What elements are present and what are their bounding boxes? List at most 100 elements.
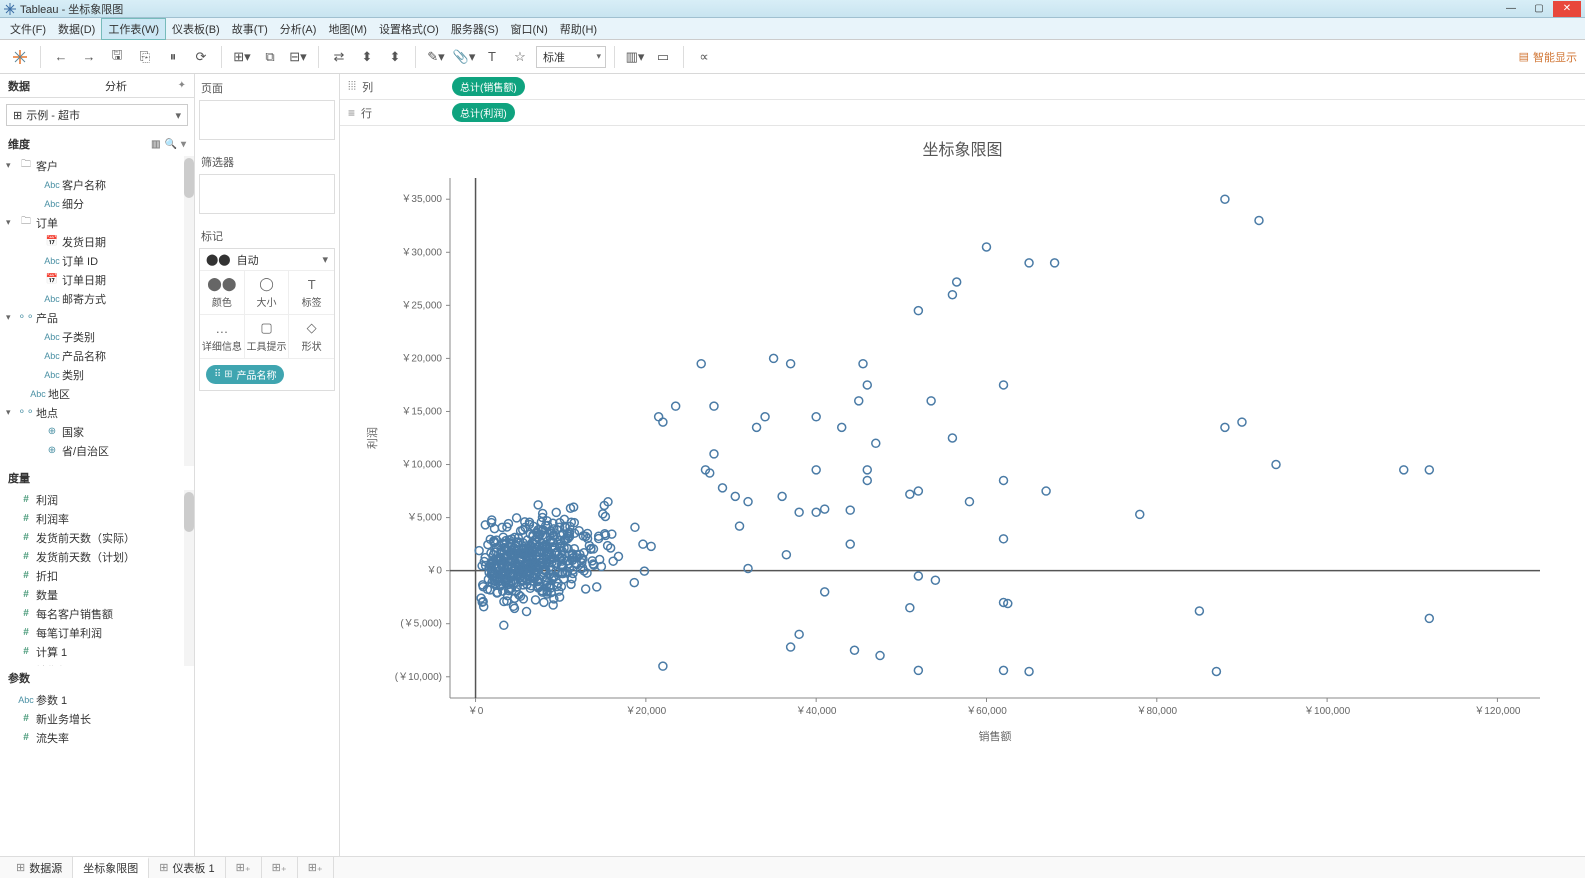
marks-cell-详细信息[interactable]: …详细信息 xyxy=(200,315,245,359)
duplicate-icon[interactable]: ⧉ xyxy=(258,45,282,69)
marks-cell-大小[interactable]: ◯大小 xyxy=(245,271,290,315)
param-field[interactable]: #新业务增长 xyxy=(0,709,194,728)
svg-text:￥20,000: ￥20,000 xyxy=(401,353,442,364)
menu-6[interactable]: 地图(M) xyxy=(322,19,373,39)
sheet-tab-0[interactable]: 坐标象限图 xyxy=(73,857,149,878)
marks-cell-工具提示[interactable]: ▢工具提示 xyxy=(245,315,290,359)
text-icon[interactable]: T xyxy=(480,45,504,69)
menu-8[interactable]: 服务器(S) xyxy=(445,19,505,39)
menubar: 文件(F)数据(D)工作表(W)仪表板(B)故事(T)分析(A)地图(M)设置格… xyxy=(0,18,1585,40)
new-data-icon[interactable]: ⎘ xyxy=(133,45,157,69)
close-button[interactable]: ✕ xyxy=(1553,1,1581,17)
measure-field[interactable]: #利润率 xyxy=(0,509,194,528)
measure-field[interactable]: #利润 xyxy=(0,490,194,509)
minimize-button[interactable]: — xyxy=(1497,1,1525,17)
showme-icon[interactable]: ▥▾ xyxy=(623,45,647,69)
new-sheet-button[interactable]: ⊞₊ xyxy=(226,857,262,878)
pages-card-title: 页面 xyxy=(199,78,335,100)
refresh-icon[interactable]: ⟳ xyxy=(189,45,213,69)
menu-7[interactable]: 设置格式(O) xyxy=(373,19,445,39)
highlight-icon[interactable]: ✎▾ xyxy=(424,45,448,69)
measure-field[interactable]: #每笔订单利润 xyxy=(0,623,194,642)
dim-field[interactable]: ▾⚬⚬地点 xyxy=(0,403,194,422)
share-icon[interactable]: ∝ xyxy=(692,45,716,69)
rows-shelf[interactable]: ≡行 总计(利润) xyxy=(340,100,1585,126)
datasource-select[interactable]: ⊞示例 - 超市 xyxy=(6,104,188,126)
menu-5[interactable]: 分析(A) xyxy=(274,19,323,39)
menu-0[interactable]: 文件(F) xyxy=(4,19,52,39)
group-icon[interactable]: 📎▾ xyxy=(452,45,476,69)
measure-field[interactable]: #折扣 xyxy=(0,566,194,585)
marks-type-select[interactable]: ⬤⬤自动 xyxy=(200,249,334,271)
save-icon[interactable]: 🖫 xyxy=(105,45,129,69)
dim-field[interactable]: Abc细分 xyxy=(0,194,194,213)
autoupdate-icon[interactable]: ⏸ xyxy=(161,45,185,69)
clear-icon[interactable]: ⊟▾ xyxy=(286,45,310,69)
marks-cell-形状[interactable]: ◇形状 xyxy=(289,315,334,359)
smart-show-button[interactable]: ▤ 智能显示 xyxy=(1519,49,1577,65)
measure-field[interactable]: #销售额 xyxy=(0,661,194,666)
dim-field[interactable]: 📅发货日期 xyxy=(0,232,194,251)
swap-icon[interactable]: ⇄ xyxy=(327,45,351,69)
sort-desc-icon[interactable]: ⬍ xyxy=(383,45,407,69)
dim-field[interactable]: ⊕省/自治区 xyxy=(0,441,194,460)
marks-cell-颜色[interactable]: ⬤⬤颜色 xyxy=(200,271,245,315)
dim-field[interactable]: ⊕国家 xyxy=(0,422,194,441)
dim-field[interactable]: Abc子类别 xyxy=(0,327,194,346)
search-icon[interactable]: 🔍 xyxy=(165,139,177,150)
dim-field[interactable]: ▾🗀客户 xyxy=(0,156,194,175)
menu-2[interactable]: 工作表(W) xyxy=(101,18,166,40)
chart-title: 坐标象限图 xyxy=(360,136,1565,160)
pin-icon[interactable]: ☆ xyxy=(508,45,532,69)
marks-cell-标签[interactable]: T标签 xyxy=(289,271,334,315)
menu-10[interactable]: 帮助(H) xyxy=(554,19,603,39)
svg-text:利润: 利润 xyxy=(365,427,379,449)
dim-field[interactable]: Abc类别 xyxy=(0,365,194,384)
detail-pill[interactable]: ⠿ ⊞ 产品名称 xyxy=(206,365,284,384)
tableau-home-icon[interactable] xyxy=(8,45,32,69)
maximize-button[interactable]: ▢ xyxy=(1525,1,1553,17)
new-dashboard-button[interactable]: ⊞₊ xyxy=(262,857,298,878)
dim-field[interactable]: Abc地区 xyxy=(0,384,194,403)
measure-field[interactable]: #计算 1 xyxy=(0,642,194,661)
rows-pill[interactable]: 总计(利润) xyxy=(452,103,515,122)
pages-shelf[interactable] xyxy=(199,100,335,140)
measure-field[interactable]: #发货前天数（实际） xyxy=(0,528,194,547)
menu-4[interactable]: 故事(T) xyxy=(226,19,274,39)
sheet-tab-1[interactable]: ⊞仪表板 1 xyxy=(149,857,225,878)
fit-dropdown[interactable]: 标准 xyxy=(536,46,606,68)
forward-icon[interactable]: → xyxy=(77,45,101,69)
cards-pane: 页面 筛选器 标记 ⬤⬤自动 ⬤⬤颜色◯大小T标签…详细信息▢工具提示◇形状 ⠿… xyxy=(195,74,340,856)
view-icon[interactable]: ▥ xyxy=(151,139,160,150)
datasource-tab[interactable]: ⊞数据源 xyxy=(6,857,73,878)
tab-data[interactable]: 数据 xyxy=(0,74,97,97)
columns-pill[interactable]: 总计(销售额) xyxy=(452,77,525,96)
svg-text:￥0: ￥0 xyxy=(426,566,442,577)
filters-shelf[interactable] xyxy=(199,174,335,214)
dim-field[interactable]: ▾⚬⚬产品 xyxy=(0,308,194,327)
measure-field[interactable]: #发货前天数（计划） xyxy=(0,547,194,566)
new-story-button[interactable]: ⊞₊ xyxy=(298,857,334,878)
param-field[interactable]: Abc参数 1 xyxy=(0,690,194,709)
tab-analysis[interactable]: 分析✦ xyxy=(97,74,194,97)
back-icon[interactable]: ← xyxy=(49,45,73,69)
menu-3[interactable]: 仪表板(B) xyxy=(166,19,226,39)
gear-icon[interactable]: ✦ xyxy=(178,80,186,91)
columns-shelf[interactable]: ⦙⦙⦙列 总计(销售额) xyxy=(340,74,1585,100)
new-ws-icon[interactable]: ⊞▾ xyxy=(230,45,254,69)
sort-asc-icon[interactable]: ⬍ xyxy=(355,45,379,69)
menu-icon[interactable]: ▾ xyxy=(181,139,186,150)
dim-field[interactable]: ▾🗀订单 xyxy=(0,213,194,232)
present-icon[interactable]: ▭ xyxy=(651,45,675,69)
dim-field[interactable]: Abc客户名称 xyxy=(0,175,194,194)
param-field[interactable]: #流失率 xyxy=(0,728,194,747)
dim-field[interactable]: 📅订单日期 xyxy=(0,270,194,289)
dim-field[interactable]: Abc订单 ID xyxy=(0,251,194,270)
dim-field[interactable]: Abc产品名称 xyxy=(0,346,194,365)
measure-field[interactable]: #数量 xyxy=(0,585,194,604)
menu-1[interactable]: 数据(D) xyxy=(52,19,101,39)
scatter-chart[interactable]: ￥0￥20,000￥40,000￥60,000￥80,000￥100,000￥1… xyxy=(360,168,1560,748)
measure-field[interactable]: #每名客户销售额 xyxy=(0,604,194,623)
dim-field[interactable]: Abc邮寄方式 xyxy=(0,289,194,308)
menu-9[interactable]: 窗口(N) xyxy=(505,19,554,39)
